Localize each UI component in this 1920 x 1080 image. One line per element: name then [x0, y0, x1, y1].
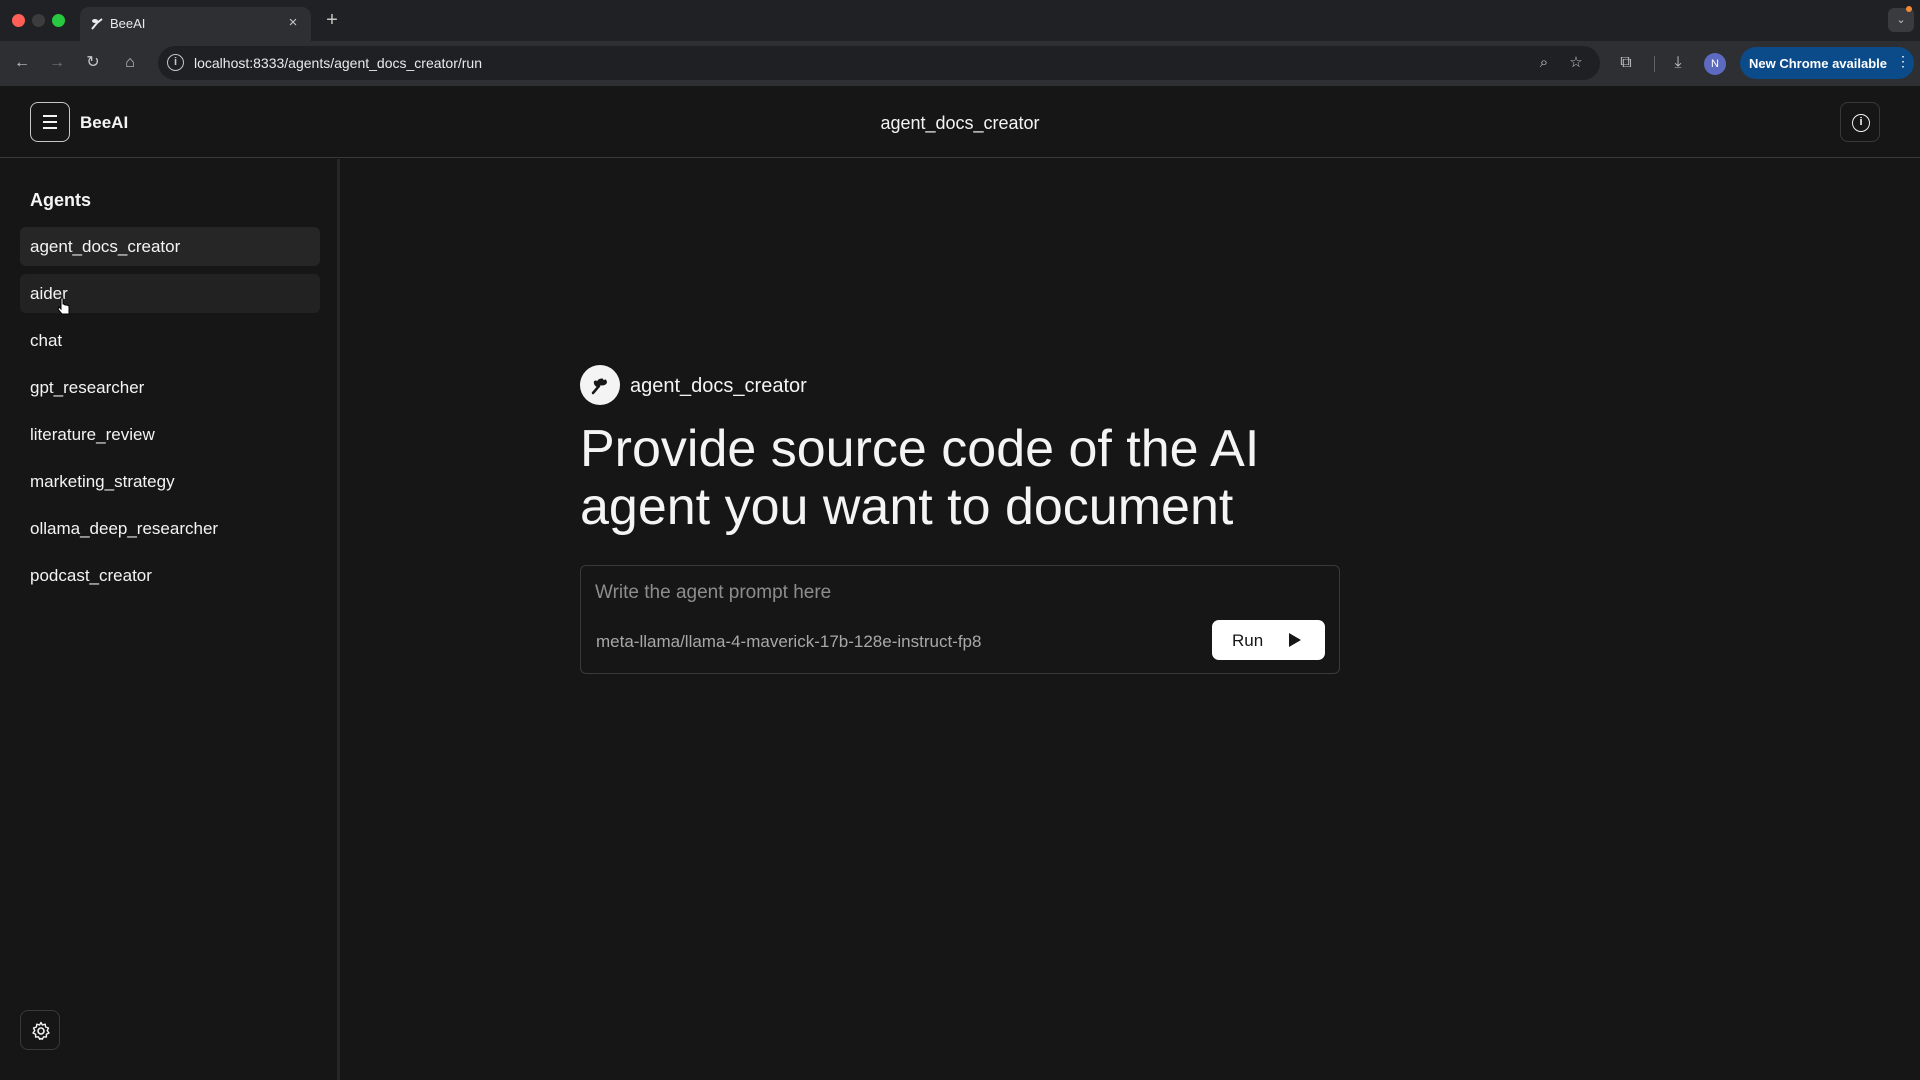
- bookmark-star-icon[interactable]: ☆: [1566, 53, 1586, 73]
- prompt-heading: Provide source code of the AI agent you …: [580, 420, 1260, 536]
- sidebar-item-marketing-strategy[interactable]: marketing_strategy: [20, 462, 320, 501]
- browser-tab[interactable]: BeeAI ×: [80, 7, 311, 41]
- hamburger-icon: [43, 115, 57, 117]
- prompt-form: meta-llama/llama-4-maverick-17b-128e-ins…: [580, 565, 1340, 674]
- tab-close-icon[interactable]: ×: [284, 14, 302, 32]
- back-icon[interactable]: ←: [9, 50, 35, 76]
- more-vert-icon: ⋮: [1896, 53, 1910, 69]
- sidebar-item-literature-review[interactable]: literature_review: [20, 415, 320, 454]
- reload-icon[interactable]: ↻: [80, 50, 106, 76]
- sidebar-item-agent-docs-creator[interactable]: agent_docs_creator: [20, 227, 320, 266]
- url-text[interactable]: localhost:8333/agents/agent_docs_creator…: [194, 55, 482, 71]
- prompt-input[interactable]: [595, 580, 1295, 606]
- window-minimize-button[interactable]: [32, 14, 45, 27]
- play-icon: [1289, 633, 1301, 647]
- browser-tab-bar: BeeAI × + ⌄: [0, 0, 1920, 41]
- sidebar-item-gpt-researcher[interactable]: gpt_researcher: [20, 368, 320, 407]
- sidebar-item-chat[interactable]: chat: [20, 321, 320, 360]
- tab-title: BeeAI: [110, 16, 146, 31]
- gear-icon: [32, 1021, 50, 1040]
- address-bar[interactable]: i localhost:8333/agents/agent_docs_creat…: [158, 46, 1600, 80]
- bee-favicon-icon: [91, 18, 103, 30]
- sidebar-item-ollama-deep-researcher[interactable]: ollama_deep_researcher: [20, 509, 320, 548]
- settings-button[interactable]: [20, 1010, 60, 1050]
- sidebar-item-podcast-creator[interactable]: podcast_creator: [20, 556, 320, 595]
- agent-avatar: [580, 365, 620, 405]
- mouse-pointer-icon: [57, 297, 70, 315]
- toolbar-divider: [1654, 56, 1655, 72]
- browser-toolbar: ← → ↻ ⌂ i localhost:8333/agents/agent_do…: [0, 41, 1920, 86]
- zoom-icon[interactable]: ⌕: [1534, 53, 1554, 73]
- agent-list: agent_docs_creator aider chat gpt_resear…: [20, 227, 320, 603]
- site-info-icon[interactable]: i: [167, 54, 184, 71]
- bee-icon: [591, 378, 607, 395]
- window-zoom-button[interactable]: [52, 14, 65, 27]
- sidebar-heading: Agents: [30, 190, 92, 210]
- page-title: agent_docs_creator: [880, 113, 1040, 133]
- extensions-icon[interactable]: ⧉: [1615, 52, 1637, 74]
- profile-avatar[interactable]: N: [1704, 53, 1726, 75]
- update-label: New Chrome available: [1749, 56, 1887, 71]
- agent-name: agent_docs_creator: [630, 375, 807, 397]
- menu-toggle-button[interactable]: [30, 102, 70, 142]
- info-button[interactable]: i: [1840, 102, 1880, 142]
- chrome-update-button[interactable]: New Chrome available ⋮: [1740, 47, 1914, 79]
- app-header: BeeAI agent_docs_creator i: [0, 86, 1920, 158]
- forward-icon[interactable]: →: [44, 50, 70, 76]
- notification-dot: [1906, 6, 1912, 12]
- model-label: meta-llama/llama-4-maverick-17b-128e-ins…: [596, 632, 982, 651]
- window-close-button[interactable]: [12, 14, 25, 27]
- brand-logo[interactable]: BeeAI: [80, 113, 128, 133]
- agents-sidebar: Agents agent_docs_creator aider chat gpt…: [0, 159, 340, 1080]
- download-icon[interactable]: ⤓: [1667, 52, 1689, 74]
- run-button[interactable]: Run: [1212, 620, 1325, 660]
- info-icon: i: [1852, 114, 1870, 132]
- new-tab-button[interactable]: +: [320, 8, 344, 32]
- run-label: Run: [1232, 631, 1264, 650]
- home-icon[interactable]: ⌂: [117, 50, 143, 76]
